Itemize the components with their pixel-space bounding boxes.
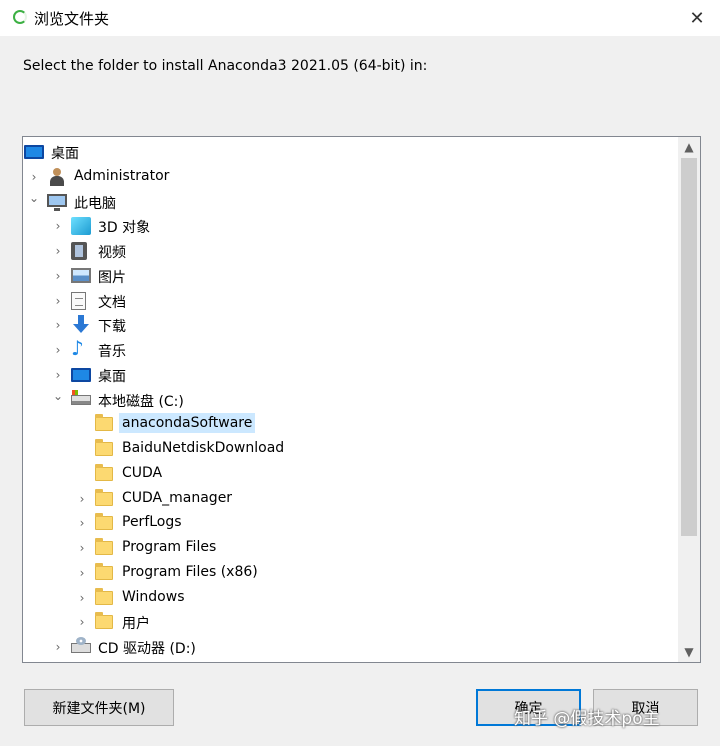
scroll-down-arrow-icon[interactable]: ▼ (678, 642, 700, 662)
3d-objects-icon (71, 217, 91, 236)
video-icon (71, 242, 87, 260)
chevron-right-icon[interactable]: › (51, 269, 65, 283)
tree-item[interactable]: › Administrator (23, 165, 677, 189)
new-folder-button[interactable]: 新建文件夹(M) (24, 689, 174, 726)
tree-item-label: CUDA (122, 464, 163, 481)
drive-icon (71, 389, 91, 405)
folder-icon (95, 587, 113, 605)
music-icon: ♪ (71, 336, 84, 360)
tree-item[interactable]: › CUDA_manager (23, 487, 677, 511)
tree-item[interactable]: › 3D 对象 (23, 214, 677, 238)
cd-drive-icon (71, 637, 91, 653)
picture-icon (71, 267, 91, 283)
tree-item[interactable]: › 图片 (23, 264, 677, 288)
tree-item-label: CD 驱动器 (D:) (98, 641, 196, 657)
tree-item[interactable]: › PerfLogs (23, 511, 677, 535)
chevron-right-icon[interactable]: › (51, 368, 65, 382)
tree-item[interactable]: › 视频 (23, 239, 677, 263)
tree-item-label: Administrator (74, 167, 170, 184)
folder-icon (95, 513, 113, 531)
folder-tree[interactable]: 桌面 › Administrator ⌄ 此电脑 › 3D 对象 › 视频 › 图片 › 文档 › 下载 › ♪… (22, 136, 701, 663)
watermark: 知乎 @假技术po主 (514, 709, 660, 729)
chevron-right-icon[interactable]: › (75, 492, 89, 506)
tree-item[interactable]: 桌面 (23, 140, 677, 164)
chevron-right-icon[interactable]: › (51, 294, 65, 308)
user-icon (47, 167, 67, 186)
chevron-right-icon[interactable]: › (75, 566, 89, 580)
tree-item-label: Program Files (x86) (122, 563, 258, 580)
tree-item[interactable]: › 桌面 (23, 363, 677, 387)
scrollbar-thumb[interactable] (681, 158, 697, 536)
folder-icon (95, 463, 113, 481)
chevron-right-icon[interactable]: › (75, 516, 89, 530)
close-button[interactable]: ✕ (674, 0, 720, 36)
tree-item-label: 图片 (98, 269, 126, 286)
folder-icon (95, 538, 113, 555)
chevron-right-icon[interactable]: › (51, 219, 65, 233)
tree-item[interactable]: › Program Files (23, 536, 677, 560)
desktop-icon (71, 367, 91, 382)
desktop-icon (24, 145, 44, 159)
chevron-right-icon[interactable]: › (27, 170, 41, 184)
folder-icon (95, 414, 113, 432)
folder-icon (95, 612, 113, 630)
chevron-down-icon[interactable]: ⌄ (51, 389, 65, 403)
tree-item-label: 文档 (98, 294, 126, 311)
tree-item[interactable]: BaiduNetdiskDownload (23, 437, 677, 461)
tree-item-label: 音乐 (98, 344, 126, 360)
folder-icon (95, 488, 113, 506)
instruction-text: Select the folder to install Anaconda3 2… (23, 58, 428, 74)
tree-item-label: 3D 对象 (98, 220, 151, 237)
window-title: 浏览文件夹 (34, 10, 110, 28)
tree-item-label: 桌面 (98, 368, 126, 385)
scroll-up-arrow-icon[interactable]: ▲ (678, 137, 700, 157)
tree-item[interactable]: › Program Files (x86) (23, 561, 677, 585)
tree-item-label: 用户 (122, 616, 150, 633)
tree-item-label: anacondaSoftware (119, 413, 256, 434)
tree-item-label: CUDA_manager (122, 489, 233, 506)
chevron-right-icon[interactable]: › (51, 640, 65, 654)
tree-item-label: BaiduNetdiskDownload (122, 440, 285, 456)
chevron-right-icon[interactable]: › (51, 244, 65, 258)
tree-item[interactable]: › Windows (23, 586, 677, 610)
tree-item[interactable]: › 文档 (23, 289, 677, 313)
document-icon (71, 291, 86, 310)
tree-item[interactable]: › ♪ 音乐 (23, 338, 677, 362)
tree-item-label: Windows (122, 588, 185, 605)
tree-item[interactable]: › 下载 (23, 313, 677, 337)
tree-item-label: 视频 (98, 245, 126, 261)
title-bar: 浏览文件夹 ✕ (0, 0, 720, 36)
chevron-right-icon[interactable]: › (75, 615, 89, 629)
tree-item-label: Program Files (122, 539, 217, 555)
tree-item-label: 此电脑 (74, 195, 116, 212)
chevron-down-icon[interactable]: ⌄ (27, 191, 41, 205)
download-icon (71, 315, 91, 334)
app-icon (13, 10, 27, 24)
tree-item[interactable]: CUDA (23, 462, 677, 486)
vertical-scrollbar[interactable]: ▲ ▼ (678, 137, 700, 662)
tree-item[interactable]: ⌄ 此电脑 (23, 190, 677, 214)
folder-icon (95, 562, 113, 580)
chevron-right-icon[interactable]: › (75, 541, 89, 555)
tree-item[interactable]: anacondaSoftware (23, 412, 677, 436)
tree-item[interactable]: › CD 驱动器 (D:) (23, 635, 677, 659)
chevron-right-icon[interactable]: › (51, 318, 65, 332)
folder-icon (95, 439, 113, 456)
tree-item-label: PerfLogs (122, 514, 182, 531)
tree-item[interactable]: ⌄ 本地磁盘 (C:) (23, 388, 677, 412)
computer-icon (47, 193, 67, 211)
chevron-right-icon[interactable]: › (75, 591, 89, 605)
chevron-right-icon[interactable]: › (51, 343, 65, 357)
tree-item-label: 本地磁盘 (C:) (98, 393, 184, 410)
tree-item[interactable]: › 用户 (23, 610, 677, 634)
tree-item-label: 下载 (98, 319, 126, 336)
tree-item-label: 桌面 (51, 146, 79, 162)
